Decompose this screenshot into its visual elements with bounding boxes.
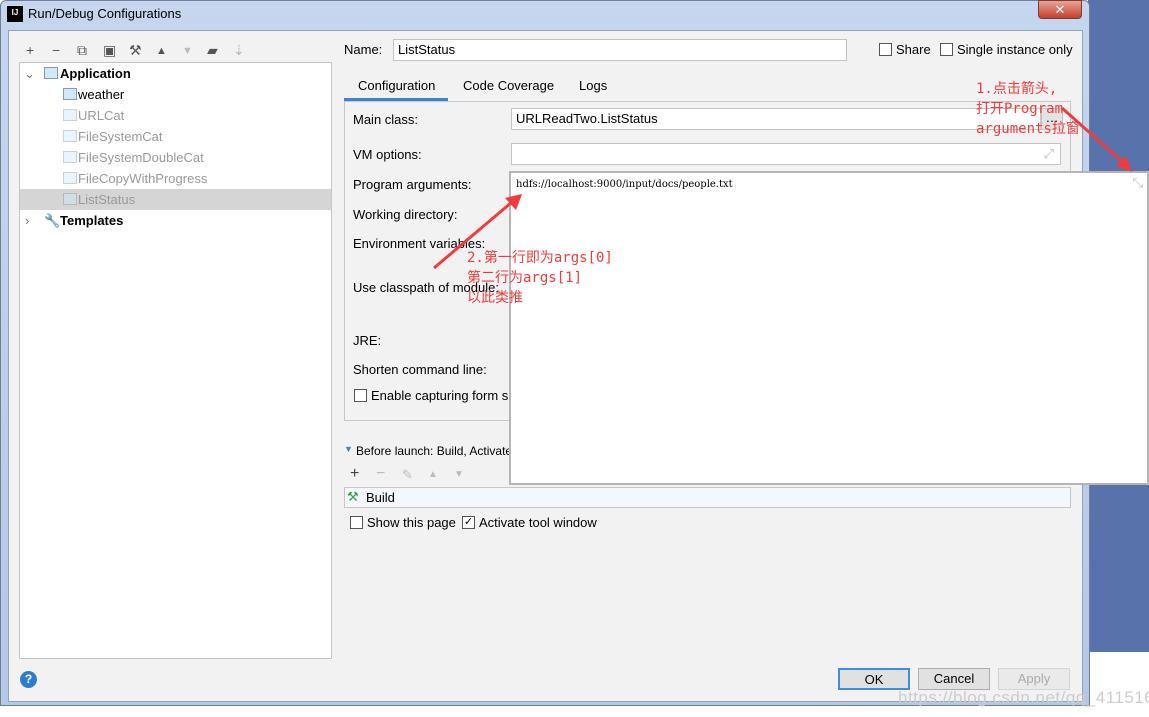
- watermark: https://blog.csdn.net/qq_41151659: [898, 688, 1149, 707]
- apply-button[interactable]: Apply: [998, 668, 1070, 690]
- arrow-2: [433, 200, 513, 270]
- annotation-arrows: [433, 106, 1132, 270]
- cancel-button[interactable]: Cancel: [918, 668, 990, 690]
- help-button[interactable]: ?: [20, 671, 37, 688]
- arrow-1: [1061, 106, 1127, 167]
- ok-button[interactable]: OK: [838, 668, 910, 690]
